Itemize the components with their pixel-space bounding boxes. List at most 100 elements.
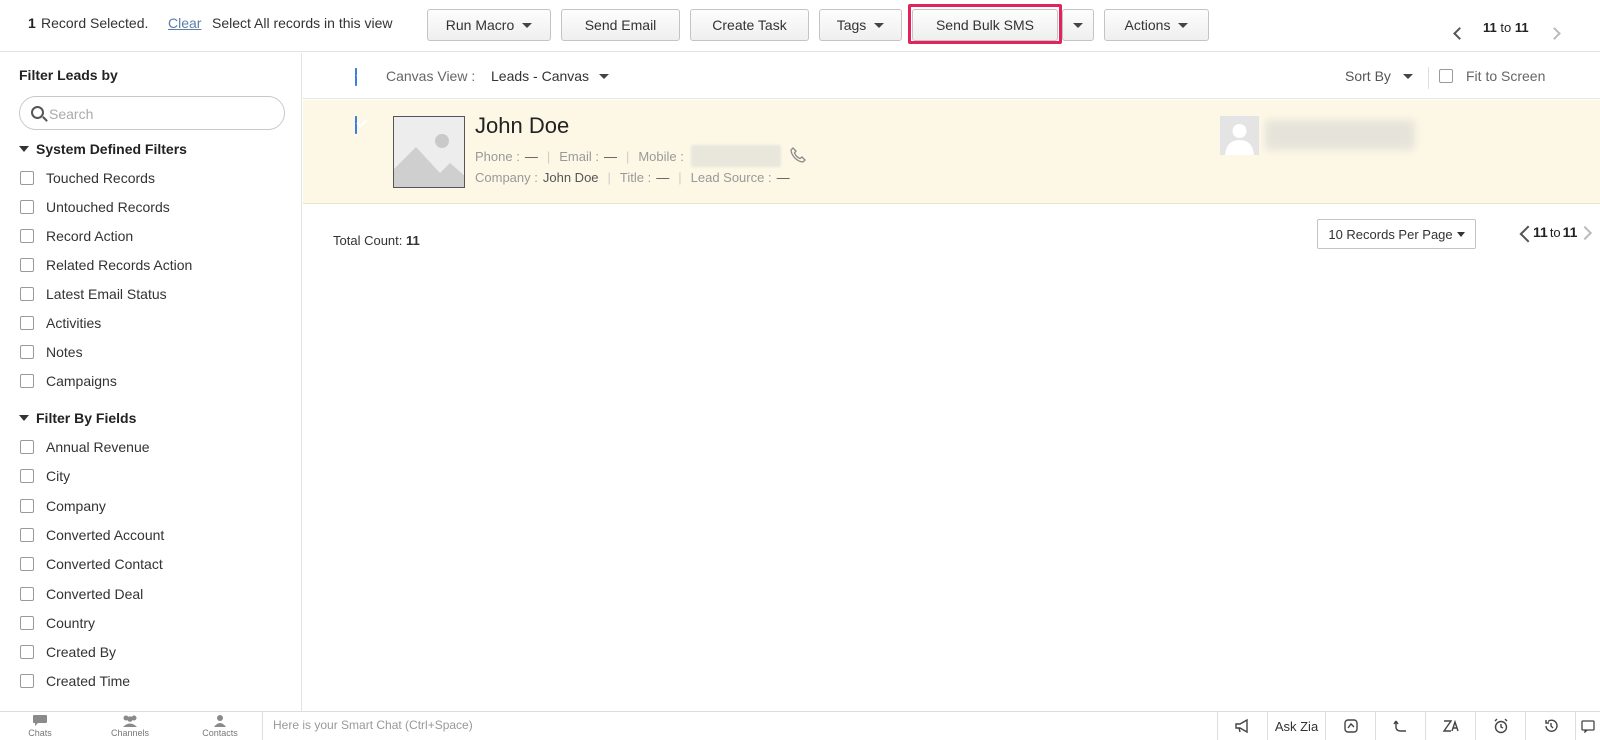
filter-label: Campaigns <box>46 373 117 389</box>
filter-checkbox[interactable] <box>20 615 34 630</box>
sort-by-dropdown[interactable]: Sort By <box>1345 68 1413 84</box>
filter-checkbox[interactable] <box>20 200 34 214</box>
separator: | <box>607 170 611 185</box>
filter-checkbox[interactable] <box>20 345 34 359</box>
filter-checkbox[interactable] <box>20 469 34 484</box>
filter-label: Created By <box>46 644 117 661</box>
filter-option[interactable]: Related Records Action <box>20 255 192 275</box>
records-per-page-select[interactable]: 10 Records Per Page <box>1317 219 1476 249</box>
ask-zia-button[interactable]: Ask Zia <box>1267 712 1325 740</box>
filter-option[interactable]: Notes <box>20 342 83 362</box>
chevron-down-icon <box>1073 22 1083 28</box>
total-count-label: Total Count: <box>333 233 403 248</box>
filter-checkbox[interactable] <box>20 374 34 388</box>
lead-source-label: Lead Source : <box>690 170 772 185</box>
fit-to-screen-toggle[interactable]: Fit to Screen <box>1439 68 1545 84</box>
field-filters-header[interactable]: Filter By Fields <box>19 410 136 426</box>
select-all-text: Select All records in this view <box>212 15 393 31</box>
filter-label: Company <box>46 497 106 514</box>
zia-insight-icon <box>1343 719 1358 733</box>
recent-items-button[interactable] <box>1525 712 1575 740</box>
records-per-page-label: 10 Records Per Page <box>1328 226 1453 242</box>
ask-zia-label: Ask Zia <box>1274 718 1319 734</box>
filter-checkbox[interactable] <box>20 645 34 660</box>
filter-label: City <box>46 468 71 485</box>
contacts-label: Contacts <box>202 728 238 738</box>
filter-option[interactable]: Untouched Records <box>20 197 170 217</box>
actions-button[interactable]: Actions <box>1104 9 1209 41</box>
filter-option[interactable]: Country <box>20 613 95 633</box>
owner-name-redacted <box>1265 120 1415 150</box>
view-selector[interactable]: Leads - Canvas <box>491 68 610 84</box>
filter-checkbox[interactable] <box>20 586 34 601</box>
pager-sep: to <box>1500 20 1512 35</box>
filter-option[interactable]: Created By <box>20 642 116 662</box>
filter-search-box[interactable] <box>19 96 285 130</box>
channels-icon <box>123 715 137 727</box>
filter-label: Record Action <box>46 228 134 244</box>
filter-option[interactable]: Converted Deal <box>20 584 143 604</box>
send-bulk-sms-dropdown[interactable] <box>1062 9 1094 41</box>
filter-option[interactable]: Latest Email Status <box>20 284 167 304</box>
system-filters-header[interactable]: System Defined Filters <box>19 141 187 157</box>
filter-option[interactable]: Touched Records <box>20 168 155 188</box>
filter-checkbox[interactable] <box>20 171 34 185</box>
reply-button[interactable] <box>1375 712 1425 740</box>
zia-insights-button[interactable] <box>1325 712 1375 740</box>
send-email-button[interactable]: Send Email <box>561 9 680 41</box>
send-bulk-sms-button[interactable]: Send Bulk SMS <box>912 9 1058 41</box>
filter-option[interactable]: Converted Contact <box>20 554 163 574</box>
filter-option[interactable]: Converted Account <box>20 525 164 545</box>
contacts-nav[interactable]: Contacts <box>180 714 260 740</box>
record-card[interactable]: John Doe Phone : — | Email : — | Mobile … <box>303 100 1600 204</box>
prev-page-icon[interactable] <box>1453 27 1466 40</box>
filter-label: Converted Account <box>46 526 165 543</box>
feedback-button[interactable] <box>1575 712 1600 740</box>
filter-checkbox[interactable] <box>20 527 34 542</box>
filter-checkbox[interactable] <box>20 287 34 301</box>
owner-avatar-icon <box>1220 116 1259 155</box>
filter-option[interactable]: Company <box>20 496 106 516</box>
filter-option[interactable]: City <box>20 466 70 486</box>
reply-arrow-icon <box>1392 720 1406 732</box>
clear-selection-link[interactable]: Clear <box>168 15 201 31</box>
create-task-button[interactable]: Create Task <box>690 9 809 41</box>
filter-checkbox[interactable] <box>20 258 34 272</box>
filter-checkbox[interactable] <box>20 440 34 454</box>
next-page-icon[interactable] <box>1548 27 1561 40</box>
filter-option[interactable]: Record Action <box>20 226 133 246</box>
reminders-button[interactable] <box>1475 712 1525 740</box>
filter-option[interactable]: Campaigns <box>20 371 117 391</box>
channels-nav[interactable]: Channels <box>90 714 170 740</box>
filter-checkbox[interactable] <box>20 229 34 243</box>
filter-option[interactable]: Created Time <box>20 671 130 691</box>
record-checkbox[interactable] <box>355 116 357 134</box>
chats-nav[interactable]: Chats <box>0 714 80 740</box>
filter-option[interactable]: Annual Revenue <box>20 437 150 457</box>
run-macro-button[interactable]: Run Macro <box>427 9 551 41</box>
phone-call-icon[interactable] <box>789 146 807 167</box>
fit-to-screen-label: Fit to Screen <box>1466 68 1546 84</box>
next-page-icon[interactable] <box>1577 225 1593 241</box>
fit-to-screen-checkbox[interactable] <box>1439 69 1453 83</box>
record-name[interactable]: John Doe <box>475 113 569 139</box>
select-all-checkbox[interactable] <box>355 68 357 86</box>
view-bar: Canvas View : Leads - Canvas Sort By Fit… <box>303 53 1600 99</box>
announcement-button[interactable] <box>1217 712 1267 740</box>
translate-button[interactable] <box>1425 712 1475 740</box>
search-icon <box>31 106 44 119</box>
run-macro-label: Run Macro <box>445 17 515 33</box>
tags-button[interactable]: Tags <box>819 9 902 41</box>
smart-chat-input[interactable]: Here is your Smart Chat (Ctrl+Space) <box>262 712 1217 740</box>
pager-to: 11 <box>1514 20 1529 35</box>
record-image-placeholder-icon <box>393 116 465 188</box>
filter-sidebar: Filter Leads by System Defined Filters T… <box>0 53 302 711</box>
filter-label: Created Time <box>46 673 131 690</box>
search-input[interactable] <box>49 104 274 124</box>
filter-checkbox[interactable] <box>20 316 34 330</box>
filter-checkbox[interactable] <box>20 674 34 689</box>
filter-checkbox[interactable] <box>20 557 34 572</box>
filter-checkbox[interactable] <box>20 498 34 513</box>
filter-option[interactable]: Activities <box>20 313 101 333</box>
system-filters-label: System Defined Filters <box>36 141 187 157</box>
